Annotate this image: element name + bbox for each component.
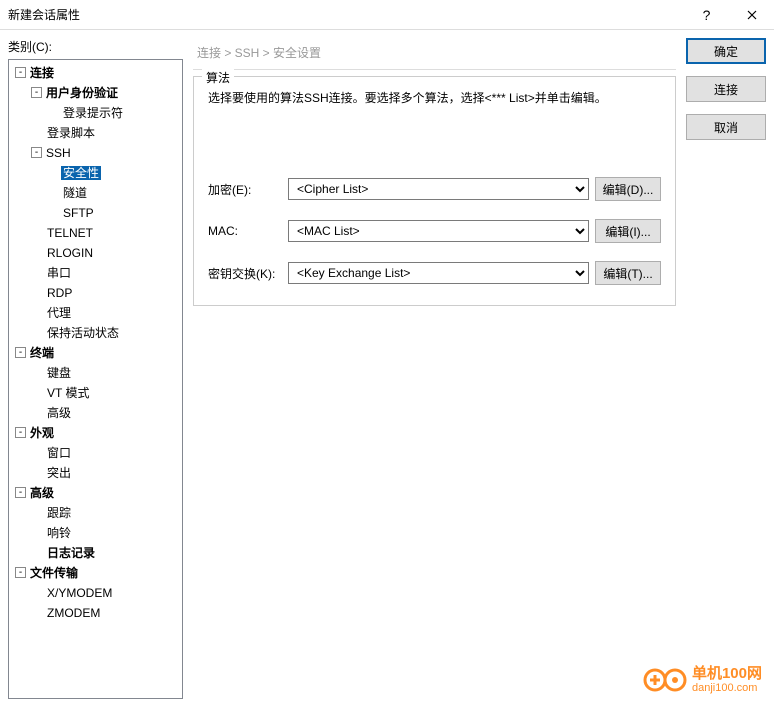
collapse-icon[interactable]: - (15, 487, 26, 498)
tree-serial[interactable]: 串口 (11, 262, 180, 282)
tree-label: 终端 (28, 346, 56, 360)
tree-rlogin[interactable]: RLOGIN (11, 242, 180, 262)
tree-label: 响铃 (45, 526, 73, 540)
tree-label: SSH (44, 146, 73, 160)
tree-label: 连接 (28, 66, 56, 80)
kex-label: 密钥交换(K): (208, 265, 288, 282)
tree-telnet[interactable]: TELNET (11, 222, 180, 242)
tree-label: 文件传输 (28, 566, 80, 580)
tree-appearance[interactable]: -外观 (11, 422, 180, 442)
tree-ssh[interactable]: -SSH (11, 142, 180, 162)
titlebar: 新建会话属性 ? (0, 0, 774, 30)
tree-label: RDP (45, 286, 74, 300)
tree-label: 串口 (45, 266, 73, 280)
instruction-text: 选择要使用的算法SSH连接。要选择多个算法，选择<*** List>并单击编辑。 (208, 89, 661, 107)
tree-term-adv[interactable]: 高级 (11, 402, 180, 422)
tree-security[interactable]: 安全性 (11, 162, 180, 182)
watermark-icon (642, 665, 688, 695)
tree-logging[interactable]: 日志记录 (11, 542, 180, 562)
watermark-url: danji100.com (692, 682, 762, 694)
tree-label: 安全性 (61, 166, 101, 180)
tree-login-script[interactable]: 登录脚本 (11, 122, 180, 142)
tree-trace[interactable]: 跟踪 (11, 502, 180, 522)
close-icon (747, 10, 757, 20)
kex-select[interactable]: <Key Exchange List> (288, 262, 589, 284)
mac-edit-button[interactable]: 编辑(I)... (595, 219, 661, 243)
encrypt-label: 加密(E): (208, 181, 288, 198)
breadcrumb: 连接 > SSH > 安全设置 (193, 38, 676, 70)
tree-label: 登录脚本 (45, 126, 97, 140)
collapse-icon[interactable]: - (15, 427, 26, 438)
close-button[interactable] (729, 0, 774, 29)
tree-label: 跟踪 (45, 506, 73, 520)
tree-label: 隧道 (61, 186, 89, 200)
tree-highlight[interactable]: 突出 (11, 462, 180, 482)
tree-label: SFTP (61, 206, 96, 220)
tree-label: 高级 (28, 486, 56, 500)
encrypt-select[interactable]: <Cipher List> (288, 178, 589, 200)
tree-connection[interactable]: -连接 (11, 62, 180, 82)
collapse-icon[interactable]: - (15, 567, 26, 578)
tree-label: 窗口 (45, 446, 73, 460)
mac-label: MAC: (208, 224, 288, 238)
collapse-icon[interactable]: - (15, 67, 26, 78)
encrypt-edit-button[interactable]: 编辑(D)... (595, 177, 661, 201)
tree-label: 用户身份验证 (44, 86, 120, 100)
tree-label: X/YMODEM (45, 586, 114, 600)
tree-keepalive[interactable]: 保持活动状态 (11, 322, 180, 342)
tree-auth[interactable]: -用户身份验证 (11, 82, 180, 102)
tree-label: 高级 (45, 406, 73, 420)
ok-button[interactable]: 确定 (686, 38, 766, 64)
tree-label: 登录提示符 (61, 106, 125, 120)
tree-keyboard[interactable]: 键盘 (11, 362, 180, 382)
tree-advanced[interactable]: -高级 (11, 482, 180, 502)
help-button[interactable]: ? (684, 0, 729, 29)
tree-terminal[interactable]: -终端 (11, 342, 180, 362)
tree-label: 键盘 (45, 366, 73, 380)
collapse-icon[interactable]: - (31, 87, 42, 98)
watermark-title: 单机100网 (692, 666, 762, 683)
tree-label: 日志记录 (45, 546, 97, 560)
algorithm-group: 算法 选择要使用的算法SSH连接。要选择多个算法，选择<*** List>并单击… (193, 76, 676, 306)
kex-edit-button[interactable]: 编辑(T)... (595, 261, 661, 285)
tree-label: VT 模式 (45, 386, 91, 400)
tree-tunnel[interactable]: 隧道 (11, 182, 180, 202)
window-title: 新建会话属性 (8, 6, 684, 23)
category-tree[interactable]: -连接-用户身份验证登录提示符登录脚本-SSH安全性隧道SFTPTELNETRL… (8, 59, 183, 699)
tree-label: 代理 (45, 306, 73, 320)
tree-zmodem[interactable]: ZMODEM (11, 602, 180, 622)
tree-label: TELNET (45, 226, 95, 240)
tree-proxy[interactable]: 代理 (11, 302, 180, 322)
tree-window[interactable]: 窗口 (11, 442, 180, 462)
tree-label: RLOGIN (45, 246, 95, 260)
tree-label: 外观 (28, 426, 56, 440)
tree-rdp[interactable]: RDP (11, 282, 180, 302)
tree-sftp[interactable]: SFTP (11, 202, 180, 222)
tree-filetransfer[interactable]: -文件传输 (11, 562, 180, 582)
groupbox-title: 算法 (202, 69, 234, 86)
category-label: 类别(C): (8, 38, 183, 55)
cancel-button[interactable]: 取消 (686, 114, 766, 140)
tree-label: ZMODEM (45, 606, 102, 620)
collapse-icon[interactable]: - (31, 147, 42, 158)
tree-label: 突出 (45, 466, 73, 480)
mac-select[interactable]: <MAC List> (288, 220, 589, 242)
connect-button[interactable]: 连接 (686, 76, 766, 102)
watermark: 单机100网 danji100.com (642, 665, 762, 695)
collapse-icon[interactable]: - (15, 347, 26, 358)
tree-vtmode[interactable]: VT 模式 (11, 382, 180, 402)
tree-login-prompt[interactable]: 登录提示符 (11, 102, 180, 122)
tree-label: 保持活动状态 (45, 326, 121, 340)
tree-xymodem[interactable]: X/YMODEM (11, 582, 180, 602)
tree-bell[interactable]: 响铃 (11, 522, 180, 542)
